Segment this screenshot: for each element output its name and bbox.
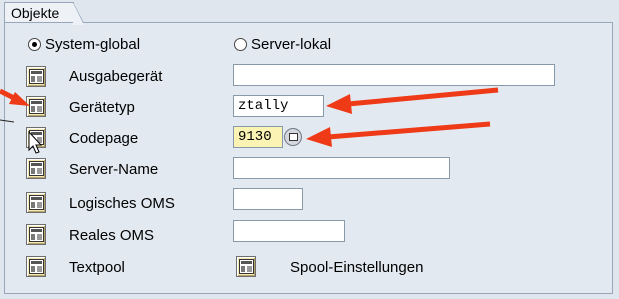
radio-system-global[interactable]: System-global [28, 36, 140, 53]
label-server-name: Server-Name [69, 161, 159, 178]
spool-settings-button[interactable] [236, 256, 256, 277]
radio-label: System-global [45, 36, 141, 53]
value-help-icon[interactable] [284, 128, 302, 146]
label-codepage: Codepage [69, 130, 139, 147]
radio-server-lokal[interactable]: Server-lokal [234, 36, 331, 53]
codepage-input[interactable]: 9130 [233, 126, 283, 148]
radio-indicator [28, 38, 41, 51]
label-textpool: Textpool [69, 259, 125, 276]
tab-label: Objekte [11, 5, 60, 21]
object-icon [29, 161, 44, 176]
spool-settings-label: Spool-Einstellungen [290, 259, 424, 276]
object-icon [29, 259, 44, 274]
object-button-geraetetyp[interactable] [26, 96, 46, 117]
object-button-textpool[interactable] [26, 256, 46, 277]
object-icon [29, 195, 44, 210]
object-button-reales-oms[interactable] [26, 224, 46, 245]
object-icon [29, 99, 44, 114]
label-logisches-oms: Logisches OMS [69, 195, 175, 212]
server-name-input[interactable] [233, 157, 450, 179]
radio-indicator [234, 38, 247, 51]
mouse-pointer-icon [28, 131, 43, 154]
label-geraetetyp: Gerätetyp [69, 99, 135, 116]
ausgabegeraet-input[interactable] [233, 64, 555, 86]
reales-oms-input[interactable] [233, 220, 345, 242]
object-icon [239, 259, 254, 274]
object-button-logisches-oms[interactable] [26, 192, 46, 213]
object-button-ausgabegeraet[interactable] [26, 66, 46, 87]
label-ausgabegeraet: Ausgabegerät [69, 68, 163, 85]
object-icon [29, 69, 44, 84]
object-button-server-name[interactable] [26, 158, 46, 179]
geraetetyp-input[interactable]: ztally [233, 95, 324, 117]
radio-label: Server-lokal [251, 36, 332, 53]
object-icon [29, 227, 44, 242]
logisches-oms-input[interactable] [233, 188, 303, 210]
label-reales-oms: Reales OMS [69, 227, 155, 244]
